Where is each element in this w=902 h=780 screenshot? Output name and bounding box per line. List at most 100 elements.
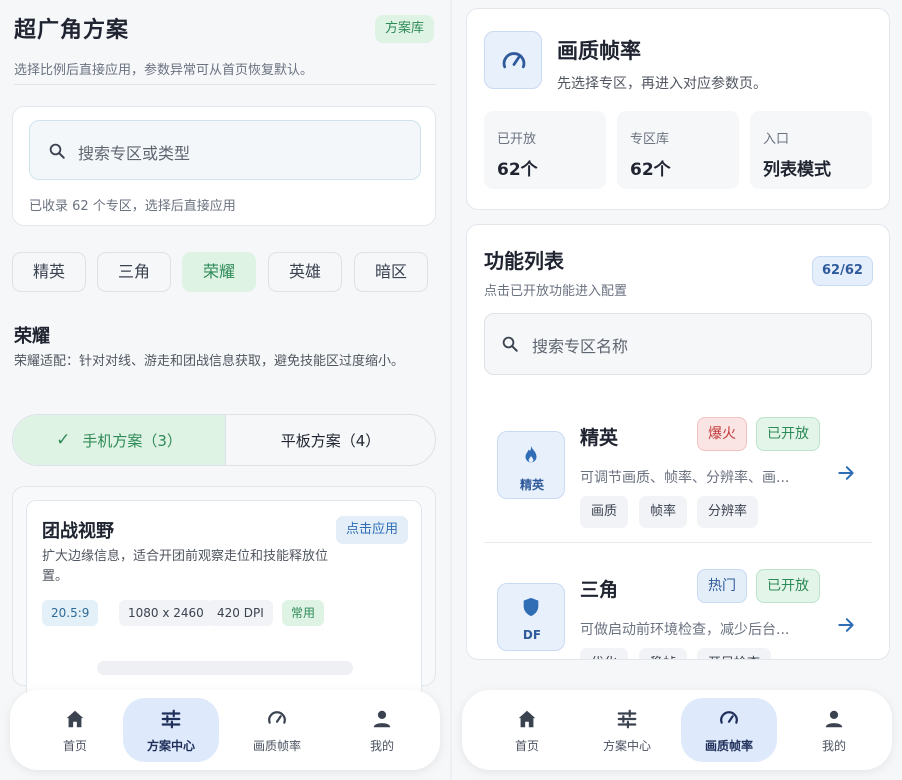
phone-scheme-label: 手机方案（3） <box>82 431 182 450</box>
feature-tag: 开局检查 <box>697 648 772 659</box>
person-icon <box>373 710 391 728</box>
shield-icon <box>523 597 539 617</box>
chip-rongyao[interactable]: 荣耀 <box>182 252 256 292</box>
home-icon <box>66 710 84 728</box>
nav-me[interactable]: 我的 <box>334 698 430 762</box>
tune-icon <box>161 709 181 729</box>
nav-scheme-center-label: 方案中心 <box>146 739 195 753</box>
scheme-desc: 扩大边缘信息，适合开团前观察走位和技能释放位置。 <box>42 549 329 584</box>
stat-value: 列表模式 <box>763 160 831 180</box>
page-title: 超广角方案 <box>14 18 130 43</box>
device-segment: ✓ 手机方案（3） 平板方案（4） <box>12 414 436 466</box>
nav-quality-fps-label: 画质帧率 <box>704 739 753 753</box>
nav-scheme-center-label: 方案中心 <box>602 739 651 753</box>
header-icon-box <box>484 31 542 89</box>
divider <box>14 84 436 85</box>
nav-me-label: 我的 <box>821 739 846 753</box>
feature-name: 三角 <box>580 579 619 601</box>
phone-scheme-tab[interactable]: ✓ 手机方案（3） <box>13 415 225 465</box>
feature-item-jingying[interactable]: 精英 精英 爆火 已开放 可调节画质、帧率、分辨率、画... 画质 帧率 分辨率 <box>484 403 872 543</box>
stat-zone-library: 专区库 62个 <box>617 111 739 189</box>
tablet-scheme-tab[interactable]: 平板方案（4） <box>225 415 435 465</box>
nav-scheme-center[interactable]: 方案中心 <box>123 698 219 762</box>
search-placeholder: 搜索专区名称 <box>532 337 629 356</box>
nav-home[interactable]: 首页 <box>479 698 575 762</box>
feature-tag: 帧率 <box>639 496 688 528</box>
nav-home-label: 首页 <box>62 739 87 753</box>
nav-me[interactable]: 我的 <box>786 698 882 762</box>
nav-home[interactable]: 首页 <box>27 698 123 762</box>
page-subtitle: 先选择专区，再进入对应参数页。 <box>557 76 767 92</box>
stat-label: 专区库 <box>630 132 670 147</box>
hot-badge: 爆火 <box>697 417 747 451</box>
feature-tag: 优化 <box>580 648 629 659</box>
feature-name: 精英 <box>580 427 619 449</box>
feature-item-sanjiao[interactable]: DF 三角 热门 已开放 可做启动前环境检查，减少后台... 优化 稳帧 开局检… <box>484 555 872 659</box>
feature-tag: 稳帧 <box>639 648 688 659</box>
chip-jingying[interactable]: 精英 <box>12 252 86 292</box>
open-status-badge: 已开放 <box>756 417 820 451</box>
tablet-scheme-label: 平板方案（4） <box>280 431 381 450</box>
section-title: 荣耀 <box>14 326 50 347</box>
next-button-placeholder <box>97 661 353 675</box>
scheme-center-screen: 超广角方案 方案库 选择比例后直接应用，参数异常可从首页恢复默认。 搜索专区或类… <box>0 0 450 780</box>
page-subtitle: 选择比例后直接应用，参数异常可从首页恢复默认。 <box>14 63 314 78</box>
search-placeholder: 搜索专区或类型 <box>78 144 191 163</box>
nav-quality-fps[interactable]: 画质帧率 <box>229 698 325 762</box>
resolution-tag: 1080 x 2460 <box>119 600 213 626</box>
divider <box>484 542 872 543</box>
scheme-library-badge[interactable]: 方案库 <box>375 15 435 43</box>
nav-me-label: 我的 <box>369 739 394 753</box>
speedometer-icon <box>502 52 526 69</box>
stat-label: 已开放 <box>497 132 537 147</box>
dpi-tag: 420 DPI <box>208 600 273 626</box>
common-tag: 常用 <box>282 600 325 626</box>
chip-anqu[interactable]: 暗区 <box>354 252 428 292</box>
speedometer-icon <box>268 711 286 724</box>
arrow-right-icon[interactable] <box>836 463 856 483</box>
scheme-card[interactable]: 团战视野 点击应用 扩大边缘信息，适合开团前观察走位和技能释放位置。 20.5:… <box>26 500 422 700</box>
feature-list-subtitle: 点击已开放功能进入配置 <box>484 284 628 299</box>
scheme-list: 团战视野 点击应用 扩大边缘信息，适合开团前观察走位和技能释放位置。 20.5:… <box>12 486 436 700</box>
search-input[interactable]: 搜索专区或类型 <box>29 120 421 180</box>
zone-search-input[interactable]: 搜索专区名称 <box>484 313 872 375</box>
feature-list-card: 功能列表 62/62 点击已开放功能进入配置 搜索专区名称 精英 精英 爆火 已… <box>466 224 890 660</box>
feature-icon-label: DF <box>522 628 542 642</box>
search-icon <box>49 143 65 159</box>
popular-badge: 热门 <box>697 569 747 603</box>
person-icon <box>825 710 843 728</box>
feature-icon-box: 精英 <box>497 431 565 499</box>
speedometer-icon <box>720 711 738 724</box>
feature-tag: 分辨率 <box>697 496 759 528</box>
feature-desc: 可调节画质、帧率、分辨率、画... <box>580 470 790 486</box>
nav-home-label: 首页 <box>514 739 539 753</box>
tune-icon <box>617 709 637 729</box>
chip-sanjiao[interactable]: 三角 <box>97 252 171 292</box>
arrow-right-icon[interactable] <box>836 615 856 635</box>
search-icon <box>502 336 518 352</box>
nav-quality-fps[interactable]: 画质帧率 <box>681 698 777 762</box>
scheme-title: 团战视野 <box>42 521 114 542</box>
page-title: 画质帧率 <box>557 39 641 63</box>
bottom-nav: 首页 方案中心 画质帧率 我的 <box>462 690 892 770</box>
stat-entry: 入口 列表模式 <box>750 111 872 189</box>
chip-yingxiong[interactable]: 英雄 <box>268 252 342 292</box>
feature-desc: 可做启动前环境检查，减少后台... <box>580 622 790 638</box>
feature-tag: 画质 <box>580 496 629 528</box>
feature-icon-label: 精英 <box>519 478 544 492</box>
flame-icon <box>525 445 537 463</box>
nav-scheme-center[interactable]: 方案中心 <box>579 698 675 762</box>
feature-list-title: 功能列表 <box>484 249 564 273</box>
stat-opened: 已开放 62个 <box>484 111 606 189</box>
search-card: 搜索专区或类型 已收录 62 个专区，选择后直接应用 <box>12 106 436 226</box>
stat-value: 62个 <box>630 160 671 180</box>
stat-value: 62个 <box>497 160 538 180</box>
open-status-badge: 已开放 <box>756 569 820 603</box>
feature-count-badge: 62/62 <box>812 256 873 286</box>
apply-button[interactable]: 点击应用 <box>336 516 409 544</box>
quality-fps-screen: 画质帧率 先选择专区，再进入对应参数页。 已开放 62个 专区库 62个 入口 … <box>452 0 902 780</box>
zone-count-text: 已收录 62 个专区，选择后直接应用 <box>29 199 236 214</box>
quality-header-card: 画质帧率 先选择专区，再进入对应参数页。 已开放 62个 专区库 62个 入口 … <box>466 8 890 210</box>
feature-icon-box: DF <box>497 583 565 651</box>
bottom-nav: 首页 方案中心 画质帧率 我的 <box>10 690 440 770</box>
